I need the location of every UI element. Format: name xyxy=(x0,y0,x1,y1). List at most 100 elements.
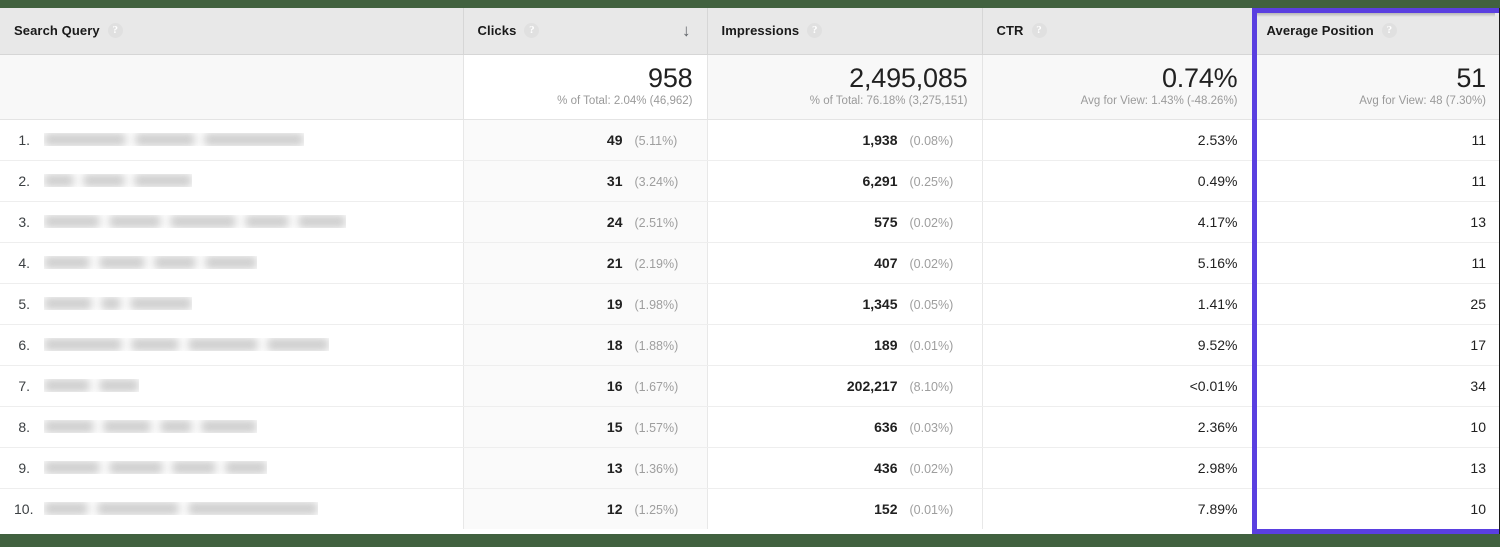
summary-value: 958 xyxy=(478,64,693,92)
impressions-percent: (0.05%) xyxy=(910,298,968,312)
redacted-word xyxy=(44,379,90,392)
table-row[interactable]: 7.16(1.67%)202,217(8.10%)<0.01%34 xyxy=(0,365,1500,406)
cell-search-query[interactable]: 5. xyxy=(0,283,463,324)
table-header: Search Query ? Clicks ? ↓ Impressi xyxy=(0,8,1500,54)
cell-ctr: 2.53% xyxy=(982,119,1252,160)
impressions-percent: (0.08%) xyxy=(910,134,968,148)
cell-impressions: 407(0.02%) xyxy=(707,242,982,283)
redacted-word xyxy=(44,461,100,474)
average-position-value: 11 xyxy=(1471,173,1486,189)
table-row[interactable]: 8.15(1.57%)636(0.03%)2.36%10 xyxy=(0,406,1500,447)
ctr-value: 9.52% xyxy=(1198,337,1238,353)
impressions-percent: (0.02%) xyxy=(910,462,968,476)
average-position-value: 11 xyxy=(1471,255,1486,271)
summary-value: 0.74% xyxy=(997,64,1238,92)
summary-note: Avg for View: 48 (7.30%) xyxy=(1267,95,1487,109)
cell-search-query[interactable]: 8. xyxy=(0,406,463,447)
table-row[interactable]: 2.31(3.24%)6,291(0.25%)0.49%11 xyxy=(0,160,1500,201)
clicks-value: 21 xyxy=(607,255,623,271)
cell-clicks: 49(5.11%) xyxy=(463,119,707,160)
redacted-search-query xyxy=(44,133,304,146)
column-header-clicks[interactable]: Clicks ? ↓ xyxy=(463,8,707,54)
cell-ctr: 2.36% xyxy=(982,406,1252,447)
cell-ctr: 1.41% xyxy=(982,283,1252,324)
redacted-word xyxy=(99,256,145,269)
impressions-value: 202,217 xyxy=(847,378,898,394)
column-header-ctr[interactable]: CTR ? xyxy=(982,8,1252,54)
report-table-container: Search Query ? Clicks ? ↓ Impressi xyxy=(0,8,1500,534)
table-row[interactable]: 4.21(2.19%)407(0.02%)5.16%11 xyxy=(0,242,1500,283)
table-row[interactable]: 5.19(1.98%)1,345(0.05%)1.41%25 xyxy=(0,283,1500,324)
column-header-label: Impressions xyxy=(722,23,800,38)
row-index: 3. xyxy=(14,214,44,230)
search-query-report-table: Search Query ? Clicks ? ↓ Impressi xyxy=(0,8,1500,529)
impressions-value: 1,345 xyxy=(862,296,897,312)
help-icon[interactable]: ? xyxy=(1032,23,1047,38)
impressions-value: 436 xyxy=(874,460,897,476)
clicks-percent: (1.98%) xyxy=(635,298,693,312)
table-row[interactable]: 10.12(1.25%)152(0.01%)7.89%10 xyxy=(0,488,1500,529)
impressions-percent: (0.01%) xyxy=(910,339,968,353)
screenshot-root: Search Query ? Clicks ? ↓ Impressi xyxy=(0,0,1500,547)
average-position-value: 13 xyxy=(1470,460,1486,476)
row-index: 5. xyxy=(14,296,44,312)
redacted-word xyxy=(44,256,90,269)
column-header-average-position[interactable]: Average Position ? xyxy=(1252,8,1500,54)
clicks-percent: (1.57%) xyxy=(635,421,693,435)
cell-ctr: 5.16% xyxy=(982,242,1252,283)
redacted-word xyxy=(172,461,216,474)
redacted-word xyxy=(44,420,94,433)
cell-average-position: 10 xyxy=(1252,406,1500,447)
cell-search-query[interactable]: 10. xyxy=(0,488,463,529)
redacted-word xyxy=(201,420,257,433)
redacted-word xyxy=(170,215,236,228)
column-header-label: Average Position xyxy=(1267,23,1374,38)
cell-average-position: 13 xyxy=(1252,447,1500,488)
redacted-word xyxy=(44,297,92,310)
cell-impressions: 152(0.01%) xyxy=(707,488,982,529)
cell-search-query[interactable]: 2. xyxy=(0,160,463,201)
table-row[interactable]: 9.13(1.36%)436(0.02%)2.98%13 xyxy=(0,447,1500,488)
ctr-value: 2.36% xyxy=(1198,419,1238,435)
redacted-word xyxy=(131,338,179,351)
cell-search-query[interactable]: 7. xyxy=(0,365,463,406)
average-position-value: 17 xyxy=(1470,337,1486,353)
sort-descending-arrow-icon[interactable]: ↓ xyxy=(682,22,693,39)
column-header-search-query[interactable]: Search Query ? xyxy=(0,8,463,54)
ctr-value: <0.01% xyxy=(1190,378,1238,394)
impressions-value: 189 xyxy=(874,337,897,353)
cell-search-query[interactable]: 6. xyxy=(0,324,463,365)
average-position-value: 34 xyxy=(1470,378,1486,394)
cell-average-position: 11 xyxy=(1252,242,1500,283)
table-row[interactable]: 1.49(5.11%)1,938(0.08%)2.53%11 xyxy=(0,119,1500,160)
cell-search-query[interactable]: 1. xyxy=(0,119,463,160)
row-index: 9. xyxy=(14,460,44,476)
help-icon[interactable]: ? xyxy=(524,23,539,38)
summary-note: % of Total: 76.18% (3,275,151) xyxy=(722,95,968,109)
cell-search-query[interactable]: 9. xyxy=(0,447,463,488)
redacted-search-query xyxy=(44,461,267,474)
summary-cell-ctr: 0.74% Avg for View: 1.43% (-48.26%) xyxy=(982,54,1252,119)
cell-average-position: 10 xyxy=(1252,488,1500,529)
help-icon[interactable]: ? xyxy=(108,23,123,38)
help-icon[interactable]: ? xyxy=(807,23,822,38)
clicks-value: 12 xyxy=(607,501,623,517)
ctr-value: 2.98% xyxy=(1198,460,1238,476)
cell-impressions: 6,291(0.25%) xyxy=(707,160,982,201)
table-header-row: Search Query ? Clicks ? ↓ Impressi xyxy=(0,8,1500,54)
redacted-word xyxy=(204,133,304,146)
cell-search-query[interactable]: 4. xyxy=(0,242,463,283)
redacted-word xyxy=(109,215,161,228)
cell-search-query[interactable]: 3. xyxy=(0,201,463,242)
table-row[interactable]: 6.18(1.88%)189(0.01%)9.52%17 xyxy=(0,324,1500,365)
impressions-percent: (0.25%) xyxy=(910,175,968,189)
table-row[interactable]: 3.24(2.51%)575(0.02%)4.17%13 xyxy=(0,201,1500,242)
row-index: 6. xyxy=(14,337,44,353)
help-icon[interactable]: ? xyxy=(1382,23,1397,38)
redacted-word xyxy=(188,338,258,351)
cell-ctr: 9.52% xyxy=(982,324,1252,365)
clicks-percent: (5.11%) xyxy=(635,134,693,148)
clicks-percent: (1.88%) xyxy=(635,339,693,353)
clicks-percent: (1.25%) xyxy=(635,503,693,517)
column-header-impressions[interactable]: Impressions ? xyxy=(707,8,982,54)
